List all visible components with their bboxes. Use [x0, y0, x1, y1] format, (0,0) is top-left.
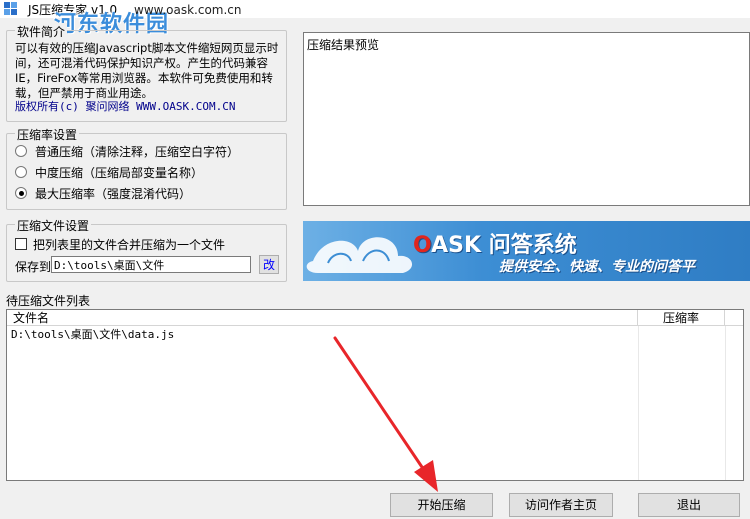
- cloud-ornament-icon: [306, 237, 413, 273]
- merge-label: 把列表里的文件合并压缩为一个文件: [33, 238, 226, 252]
- ratio-legend: 压缩率设置: [15, 126, 80, 143]
- watermark-url: www.oask.com.cn: [134, 3, 242, 17]
- merge-checkbox[interactable]: [15, 238, 27, 250]
- save-to-label: 保存到: [15, 260, 52, 274]
- radio-button-icon[interactable]: [15, 166, 27, 178]
- save-path-input[interactable]: D:\tools\桌面\文件: [51, 256, 251, 273]
- exit-button[interactable]: 退出: [638, 493, 740, 517]
- row-filename: D:\tools\桌面\文件\data.js: [11, 328, 175, 341]
- file-list-label: 待压缩文件列表: [6, 294, 91, 308]
- oask-banner[interactable]: OASK 问答系统 提供安全、快速、专业的问答平: [303, 221, 750, 281]
- radio-medium[interactable]: 中度压缩（压缩局部变量名称）: [15, 164, 203, 181]
- radio-max-label: 最大压缩率（强度混淆代码）: [35, 187, 192, 201]
- compression-ratio-group: 压缩率设置 普通压缩（清除注释，压缩空白字符） 中度压缩（压缩局部变量名称） 最…: [6, 126, 287, 210]
- radio-max[interactable]: 最大压缩率（强度混淆代码）: [15, 185, 191, 202]
- banner-title-rest: ASK 问答系统: [431, 233, 577, 258]
- table-row[interactable]: D:\tools\桌面\文件\data.js: [11, 327, 174, 343]
- file-settings-group: 压缩文件设置 把列表里的文件合并压缩为一个文件 保存到 D:\tools\桌面\…: [6, 217, 287, 282]
- intro-legend: 软件简介: [15, 23, 68, 40]
- radio-normal-label: 普通压缩（清除注释，压缩空白字符）: [35, 145, 240, 159]
- radio-button-selected-icon[interactable]: [15, 187, 27, 199]
- file-list-view[interactable]: 文件名 压缩率 D:\tools\桌面\文件\data.js: [6, 309, 744, 481]
- column-header-filler: [725, 310, 743, 326]
- change-path-button[interactable]: 改: [259, 255, 279, 274]
- start-compress-button[interactable]: 开始压缩: [390, 493, 493, 517]
- radio-medium-label: 中度压缩（压缩局部变量名称）: [35, 166, 204, 180]
- column-header-ratio[interactable]: 压缩率: [638, 310, 725, 326]
- radio-button-icon[interactable]: [15, 145, 27, 157]
- banner-title-o: O: [413, 233, 432, 258]
- column-divider: [725, 326, 726, 480]
- banner-slogan: 提供安全、快速、专业的问答平: [499, 259, 695, 275]
- column-header-filename[interactable]: 文件名: [7, 310, 638, 326]
- intro-group: 软件简介 可以有效的压缩Javascript脚本文件缩短网页显示时间，还可混淆代…: [6, 23, 287, 122]
- merge-checkbox-row[interactable]: 把列表里的文件合并压缩为一个文件: [15, 236, 225, 253]
- app-icon: [4, 2, 17, 15]
- radio-normal[interactable]: 普通压缩（清除注释，压缩空白字符）: [15, 143, 239, 160]
- intro-text: 可以有效的压缩Javascript脚本文件缩短网页显示时间，还可混淆代码保护知识…: [15, 41, 279, 100]
- preview-placeholder: 压缩结果预览: [307, 38, 380, 52]
- copyright-link[interactable]: 版权所有(c) 聚问网络 WWW.OASK.COM.CN: [15, 98, 235, 114]
- visit-author-button[interactable]: 访问作者主页: [509, 493, 613, 517]
- file-settings-legend: 压缩文件设置: [15, 217, 92, 234]
- column-divider: [638, 326, 639, 480]
- result-preview-textarea[interactable]: 压缩结果预览: [303, 32, 750, 206]
- banner-title: OASK 问答系统: [413, 227, 577, 259]
